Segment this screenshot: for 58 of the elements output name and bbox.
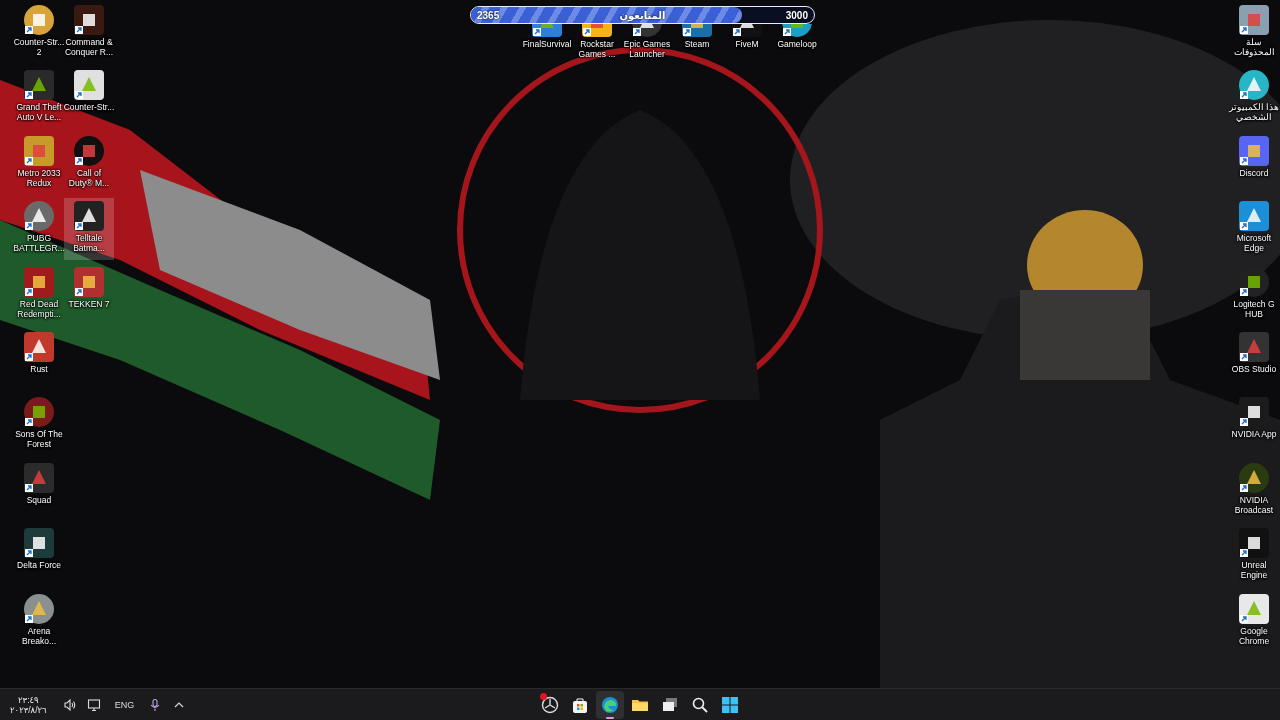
desktop-shortcut[interactable]: Microsoft Edge: [1229, 198, 1279, 261]
app-icon: [1238, 4, 1270, 36]
desktop-shortcut[interactable]: NVIDIA Broadcast: [1229, 459, 1279, 522]
desktop-shortcut[interactable]: Metro 2033 Redux: [14, 132, 64, 195]
app-icon: [73, 4, 105, 36]
desktop-shortcut[interactable]: PUBG BATTLEGR...: [14, 198, 64, 261]
app-icon: [23, 69, 55, 102]
edge-icon: [601, 695, 619, 714]
desktop-shortcut[interactable]: هذا الكمبيوتر الشخصي: [1229, 67, 1279, 130]
app-icon: [23, 265, 55, 298]
desktop-shortcut[interactable]: Rust: [14, 328, 64, 391]
clock-time[interactable]: ٢٣:٤٩: [18, 694, 39, 705]
desktop-shortcut[interactable]: OBS Studio: [1229, 328, 1279, 391]
language-indicator[interactable]: ENG: [110, 699, 139, 710]
speaker-icon[interactable]: [62, 697, 77, 712]
search-icon: [691, 695, 709, 714]
app-icon: [1238, 527, 1270, 560]
progress-start-value: 2365: [477, 9, 500, 21]
desktop-shortcut[interactable]: Discord: [1229, 132, 1279, 195]
desktop-shortcut[interactable]: Google Chrome: [1229, 590, 1279, 653]
app-icon: [73, 265, 105, 298]
progress-goal-value: 3000: [785, 9, 808, 21]
app-icon: [681, 24, 713, 38]
app-icon: [23, 527, 55, 560]
taskbar-button[interactable]: [596, 690, 624, 719]
app-icon: [1238, 330, 1270, 363]
task-view-icon: [661, 695, 679, 714]
app-icon: [731, 24, 763, 38]
desktop-shortcut[interactable]: Grand Theft Auto V Le...: [14, 67, 64, 130]
app-icon: [73, 200, 105, 233]
desktop-shortcut[interactable]: Arena Breako...: [14, 590, 64, 653]
desktop-shortcut[interactable]: Command & Conquer R...: [64, 2, 114, 64]
desktop-shortcut[interactable]: Red Dead Redempti...: [14, 263, 64, 326]
app-icon: [23, 134, 55, 167]
desktop-shortcut[interactable]: Sons Of The Forest: [14, 394, 64, 457]
windows-logo-icon: [721, 695, 739, 714]
desktop-shortcut[interactable]: TEKKEN 7: [64, 263, 114, 326]
app-icon: [581, 24, 613, 38]
store-icon: [571, 695, 589, 714]
desktop-shortcut[interactable]: Logitech G HUB: [1229, 263, 1279, 326]
desktop-shortcut[interactable]: Delta Force: [14, 525, 64, 588]
desktop-shortcut[interactable]: Gameloop: [772, 22, 822, 59]
app-icon: [1238, 134, 1270, 167]
desktop-shortcut[interactable]: Unreal Engine: [1229, 525, 1279, 588]
desktop-shortcut[interactable]: NVIDIA App: [1229, 394, 1279, 457]
app-icon: [23, 461, 55, 494]
desktop-shortcut[interactable]: Call of Duty® M...: [64, 132, 114, 195]
clock-date[interactable]: ٢٠٢٣/٨/٢٦: [10, 704, 47, 715]
app-icon: [73, 69, 105, 102]
monitor-icon[interactable]: [86, 697, 101, 712]
desktop-shortcut[interactable]: سلة المحذوفات: [1229, 2, 1279, 64]
app-icon: [1238, 592, 1270, 625]
progress-label: المتابعون: [619, 9, 666, 21]
app-icon: [1238, 200, 1270, 233]
app-icon: [531, 24, 563, 38]
desktop-shortcut[interactable]: Counter-Str... 2: [14, 2, 64, 64]
desktop-shortcut[interactable]: Squad: [14, 459, 64, 522]
app-icon: [23, 330, 55, 363]
